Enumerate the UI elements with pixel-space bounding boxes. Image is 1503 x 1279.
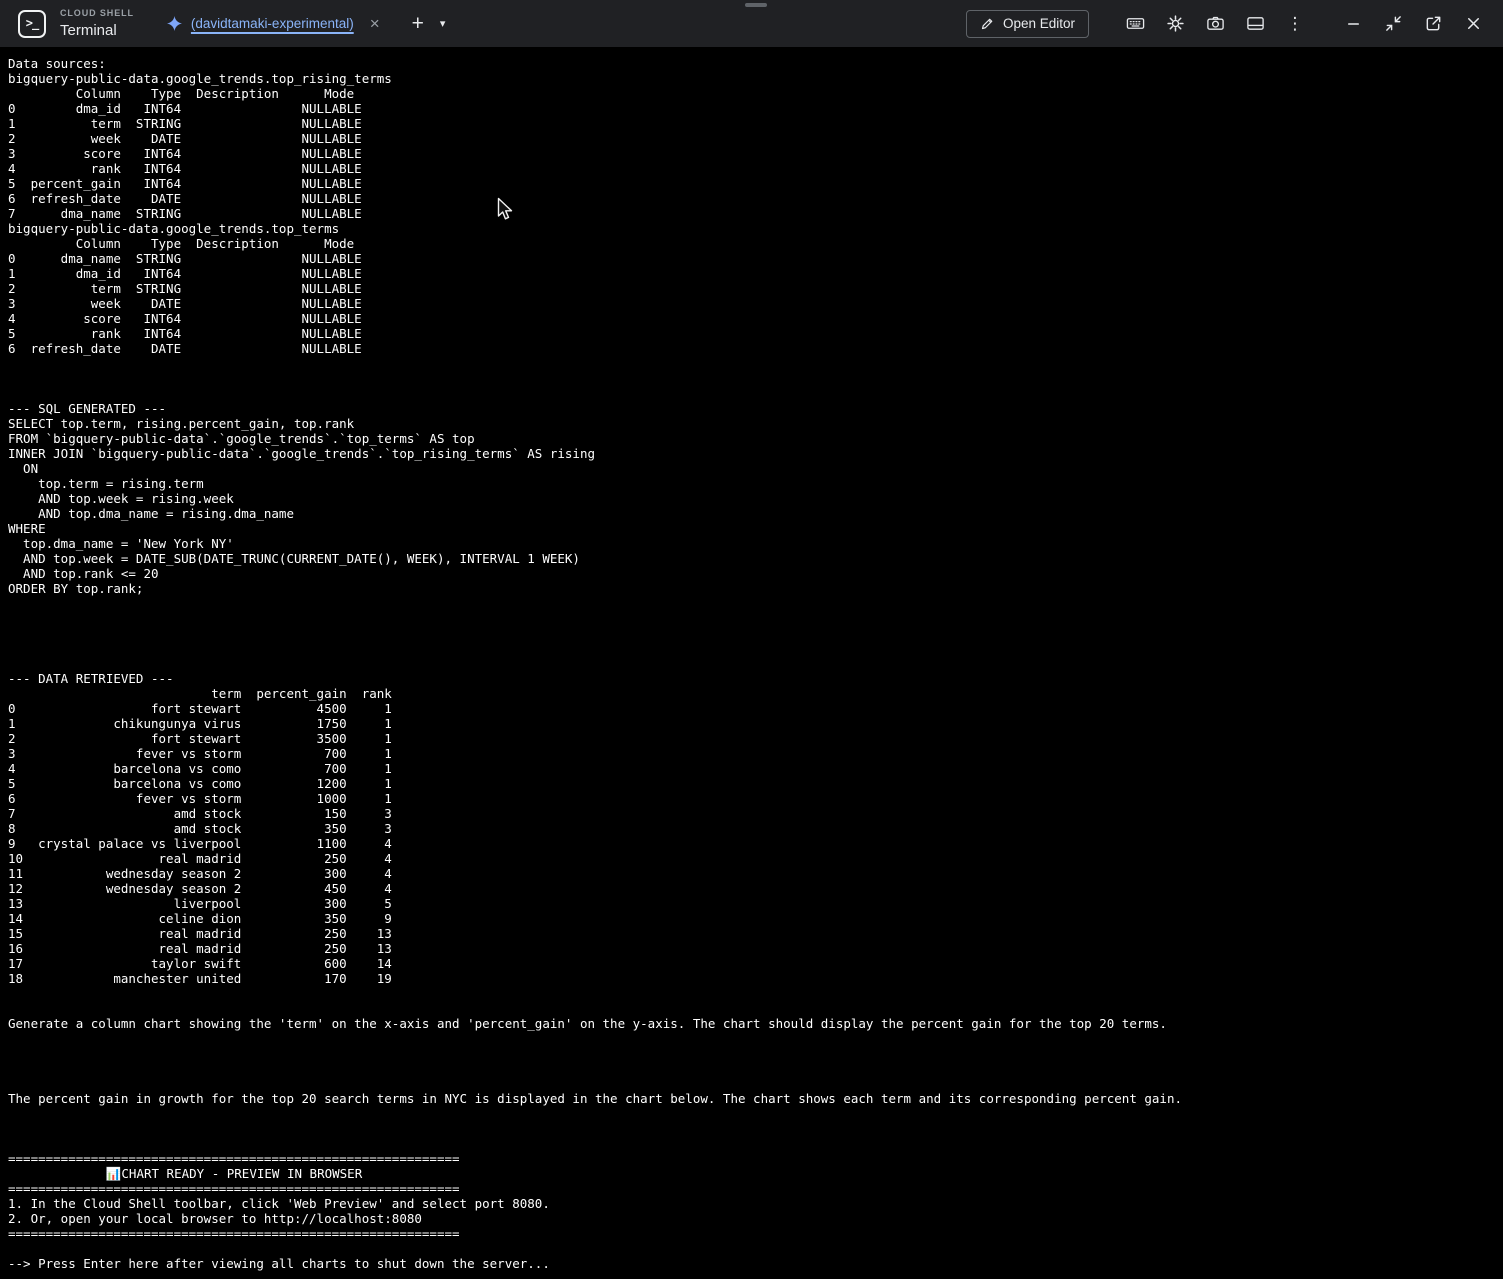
- gear-icon: [1166, 14, 1185, 33]
- open-in-new-icon: [1424, 14, 1443, 33]
- more-options-button[interactable]: ⋮: [1275, 4, 1315, 44]
- open-editor-button[interactable]: Open Editor: [966, 10, 1089, 38]
- new-tab-button[interactable]: +: [408, 13, 428, 34]
- cloud-shell-label: CLOUD SHELL: [60, 9, 134, 18]
- close-icon: [1464, 14, 1483, 33]
- collapse-icon: [1384, 14, 1403, 33]
- cloud-shell-logo-glyph: >_: [26, 16, 38, 30]
- terminal-label: Terminal: [60, 23, 134, 38]
- titlebar-right: Open Editor: [966, 0, 1493, 47]
- more-options-icon: ⋮: [1287, 14, 1304, 34]
- keyboard-icon: [1126, 14, 1145, 33]
- pencil-icon: [980, 16, 995, 31]
- cloud-shell-logo-icon: >_: [18, 10, 46, 38]
- tab-list-dropdown-icon[interactable]: ▾: [436, 17, 450, 30]
- tab-label: (davidtamaki-experimental): [191, 16, 354, 31]
- close-window-button[interactable]: [1453, 4, 1493, 44]
- minimize-icon: [1344, 14, 1363, 33]
- panel-icon: [1246, 14, 1265, 33]
- titlebar: >_ CLOUD SHELL Terminal (davidtamaki-exp…: [0, 0, 1503, 47]
- minimize-button[interactable]: [1333, 4, 1373, 44]
- camera-icon: [1206, 14, 1225, 33]
- tab-davidtamaki-experimental[interactable]: (davidtamaki-experimental) ×: [156, 0, 394, 47]
- spark-icon: [166, 15, 183, 32]
- settings-button[interactable]: [1155, 4, 1195, 44]
- keyboard-button[interactable]: [1115, 4, 1155, 44]
- toggle-panel-button[interactable]: [1235, 4, 1275, 44]
- open-editor-label: Open Editor: [1003, 16, 1075, 31]
- terminal[interactable]: Data sources: bigquery-public-data.googl…: [0, 47, 1503, 1279]
- close-tab-icon[interactable]: ×: [366, 13, 384, 34]
- collapse-button[interactable]: [1373, 4, 1413, 44]
- screenshot-button[interactable]: [1195, 4, 1235, 44]
- open-in-new-window-button[interactable]: [1413, 4, 1453, 44]
- drag-handle[interactable]: [745, 3, 767, 7]
- terminal-output[interactable]: Data sources: bigquery-public-data.googl…: [8, 56, 1495, 1271]
- titlebar-left: >_ CLOUD SHELL Terminal (davidtamaki-exp…: [0, 0, 449, 47]
- brand-block: CLOUD SHELL Terminal: [60, 9, 134, 38]
